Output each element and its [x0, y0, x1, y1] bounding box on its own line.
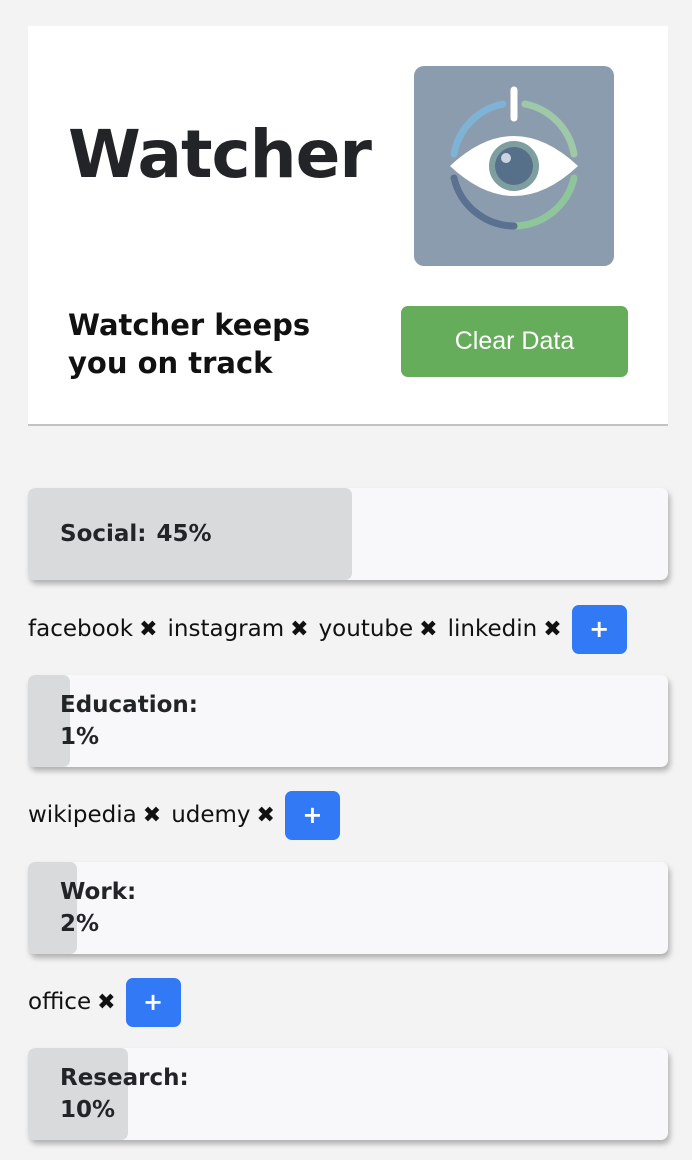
site-tag: facebook ✖: [28, 616, 158, 642]
site-list-social: facebook ✖ instagram ✖ youtube ✖ linkedi…: [28, 604, 627, 654]
site-name: facebook: [28, 616, 134, 642]
site-tag: linkedin ✖: [448, 616, 562, 642]
site-name: udemy: [171, 802, 251, 828]
category-bar-social: Social: 45%: [28, 488, 668, 580]
site-tag: office ✖: [28, 989, 116, 1015]
remove-icon[interactable]: ✖: [143, 803, 161, 828]
site-name: office: [28, 989, 92, 1015]
site-tag: instagram ✖: [168, 616, 309, 642]
site-tag: udemy ✖: [171, 802, 275, 828]
category-label: Work: 2%: [60, 862, 136, 954]
site-list-work: office ✖ +: [28, 977, 181, 1027]
add-site-button[interactable]: +: [571, 604, 627, 654]
remove-icon[interactable]: ✖: [139, 617, 157, 642]
category-label: Education: 1%: [60, 675, 198, 767]
category-name: Research:: [60, 1065, 189, 1091]
site-name: instagram: [167, 616, 285, 642]
site-tag: wikipedia ✖: [28, 802, 161, 828]
category-name: Education:: [60, 692, 198, 718]
add-site-button[interactable]: +: [284, 790, 340, 840]
clear-data-button[interactable]: Clear Data: [401, 306, 628, 377]
category-label: Social: 45%: [60, 488, 212, 580]
category-percent: 10%: [60, 1097, 116, 1123]
eye-icon: [414, 66, 614, 266]
site-tag: youtube ✖: [319, 616, 438, 642]
remove-icon[interactable]: ✖: [257, 803, 275, 828]
remove-icon[interactable]: ✖: [543, 617, 561, 642]
category-percent: 1%: [60, 724, 100, 750]
site-list-education: wikipedia ✖ udemy ✖ +: [28, 790, 340, 840]
site-name: youtube: [318, 616, 414, 642]
remove-icon[interactable]: ✖: [290, 617, 308, 642]
category-percent: 2%: [60, 911, 100, 937]
site-name: wikipedia: [28, 802, 137, 828]
category-percent: 45%: [156, 521, 212, 547]
category-bar-education: Education: 1%: [28, 675, 668, 767]
header-card: Watcher Watcher keeps you on track Clear…: [28, 26, 668, 426]
app-title: Watcher: [68, 116, 372, 193]
category-bar-work: Work: 2%: [28, 862, 668, 954]
category-name: Social:: [60, 521, 147, 547]
category-label: Research: 10%: [60, 1048, 189, 1140]
remove-icon[interactable]: ✖: [97, 990, 115, 1015]
category-bar-research: Research: 10%: [28, 1048, 668, 1140]
tagline: Watcher keeps you on track: [68, 308, 311, 380]
site-name: linkedin: [447, 616, 538, 642]
category-name: Work:: [60, 879, 137, 905]
remove-icon[interactable]: ✖: [419, 617, 437, 642]
add-site-button[interactable]: +: [125, 977, 181, 1027]
